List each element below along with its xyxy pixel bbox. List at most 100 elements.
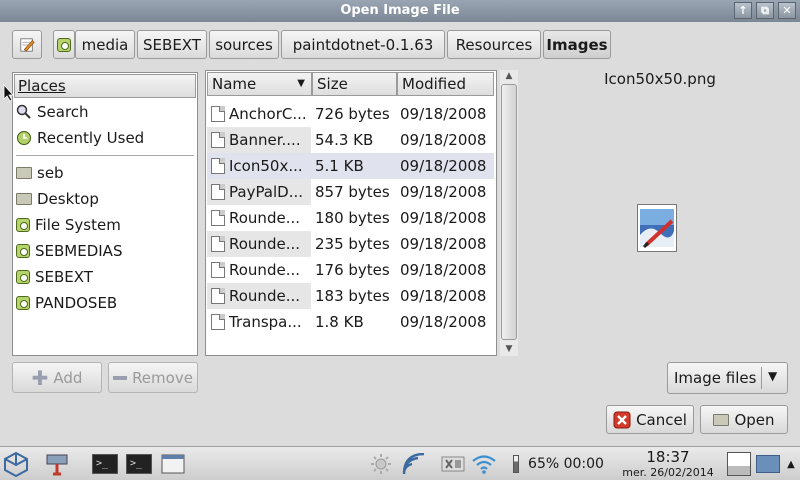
file-icon: [211, 262, 225, 278]
scroll-thumb[interactable]: [501, 84, 517, 340]
network-wired-icon[interactable]: [440, 451, 466, 477]
terminal-icon: >_: [126, 454, 152, 474]
path-segment-images[interactable]: Images: [543, 30, 611, 59]
tray-expand-arrow-icon[interactable]: ▲: [784, 451, 798, 477]
file-size: 857 bytes: [315, 183, 390, 201]
open-label: Open: [734, 410, 775, 429]
window-launcher[interactable]: [158, 451, 188, 477]
file-modified: 09/18/2008: [400, 261, 487, 279]
edit-location-button[interactable]: [12, 30, 42, 59]
place-label: seb: [37, 164, 64, 182]
path-segment-media[interactable]: media: [75, 30, 135, 59]
workspace-1[interactable]: [726, 451, 752, 477]
close-button[interactable]: ✕: [778, 2, 796, 19]
places-separator: [16, 155, 194, 156]
file-chooser-dialog: media SEBEXT sources paintdotnet-0.1.63 …: [0, 22, 800, 446]
battery-status[interactable]: 65% 00:00: [522, 451, 610, 477]
place-recently-used[interactable]: Recently Used: [13, 125, 197, 151]
scroll-down-arrow-icon[interactable]: ▼: [500, 343, 518, 356]
place-label: PANDOSEB: [35, 294, 118, 312]
cancel-button[interactable]: Cancel: [606, 405, 694, 434]
place-file-system[interactable]: File System: [13, 212, 197, 238]
file-size: 176 bytes: [315, 261, 390, 279]
column-header-modified[interactable]: Modified: [397, 72, 494, 96]
file-name: Rounde...: [229, 209, 300, 227]
mail-tool-launcher[interactable]: [42, 451, 72, 477]
terminal-launcher-1[interactable]: >_: [90, 451, 120, 477]
open-button[interactable]: Open: [700, 405, 788, 434]
place-label: Recently Used: [37, 129, 145, 147]
file-modified: 09/18/2008: [400, 313, 487, 331]
place-label: SEBMEDIAS: [35, 242, 123, 260]
file-row[interactable]: Rounde... 183 bytes 09/18/2008: [207, 283, 494, 309]
place-search[interactable]: Search: [13, 99, 197, 125]
taskbar: >_ >_ 65% 00:00 18:37 mer. 26/02/2014 ▲: [0, 446, 800, 480]
file-name: Banner....: [229, 131, 301, 149]
app-menu-button[interactable]: [2, 451, 30, 477]
mouse-pointer-icon: [3, 84, 14, 102]
scroll-up-arrow-icon[interactable]: ▲: [500, 70, 518, 83]
column-header-name[interactable]: Name ▼: [207, 72, 312, 96]
file-modified: 09/18/2008: [400, 157, 487, 175]
file-type-filter[interactable]: Image files ▼: [667, 362, 788, 394]
wifi-icon[interactable]: [470, 451, 498, 477]
file-row[interactable]: Rounde... 180 bytes 09/18/2008: [207, 205, 494, 231]
file-name: Rounde...: [229, 261, 300, 279]
clock-time: 18:37: [646, 448, 690, 466]
place-label: Desktop: [37, 190, 99, 208]
signal-icon[interactable]: [400, 451, 428, 477]
cancel-icon: [613, 411, 631, 428]
place-seb[interactable]: seb: [13, 160, 197, 186]
path-segment-sebext[interactable]: SEBEXT: [137, 30, 207, 59]
file-icon: [211, 314, 225, 330]
path-root-button[interactable]: [53, 30, 75, 59]
file-size: 54.3 KB: [315, 131, 374, 149]
file-modified: 09/18/2008: [400, 183, 487, 201]
roll-up-button[interactable]: ↑: [734, 2, 752, 19]
column-label: Name: [212, 75, 257, 93]
workspace-2[interactable]: [755, 451, 781, 477]
pencil-icon: [20, 37, 35, 52]
place-sebmedias[interactable]: SEBMEDIAS: [13, 238, 197, 264]
file-row[interactable]: PayPalD... 857 bytes 09/18/2008: [207, 179, 494, 205]
recent-icon: [17, 131, 31, 145]
places-header[interactable]: Places: [14, 74, 196, 98]
file-row[interactable]: Rounde... 235 bytes 09/18/2008: [207, 231, 494, 257]
maximize-button[interactable]: ⧉: [756, 2, 774, 19]
sun-icon: [371, 454, 391, 474]
file-size: 183 bytes: [315, 287, 390, 305]
column-header-size[interactable]: Size: [312, 72, 397, 96]
file-icon: [211, 184, 225, 200]
paint-picture-icon: [640, 209, 674, 249]
place-pandoseb[interactable]: PANDOSEB: [13, 290, 197, 316]
place-desktop[interactable]: Desktop: [13, 186, 197, 212]
file-row[interactable]: AnchorC... 726 bytes 09/18/2008: [207, 101, 494, 127]
drive-icon: [16, 296, 30, 310]
window-title: Open Image File: [340, 3, 460, 18]
window-icon: [161, 454, 185, 474]
terminal-launcher-2[interactable]: >_: [124, 451, 154, 477]
drive-icon: [16, 270, 30, 284]
add-bookmark-button[interactable]: ✚ Add: [12, 362, 102, 393]
search-icon: [16, 104, 31, 119]
path-segment-resources[interactable]: Resources: [447, 30, 541, 59]
file-row[interactable]: Rounde... 176 bytes 09/18/2008: [207, 257, 494, 283]
file-name: Rounde...: [229, 235, 300, 253]
file-modified: 09/18/2008: [400, 209, 487, 227]
file-row[interactable]: Banner.... 54.3 KB 09/18/2008: [207, 127, 494, 153]
place-label: File System: [35, 216, 121, 234]
clock[interactable]: 18:37 mer. 26/02/2014: [616, 448, 720, 480]
path-segment-sources[interactable]: sources: [209, 30, 279, 59]
chevron-down-icon: ▼: [768, 369, 778, 383]
file-size: 5.1 KB: [315, 157, 364, 175]
brightness-icon[interactable]: [368, 451, 394, 477]
file-name: Rounde...: [229, 287, 300, 305]
file-row-selected[interactable]: Icon50x... 5.1 KB 09/18/2008: [207, 153, 494, 179]
file-list-scrollbar[interactable]: ▲ ▼: [500, 70, 518, 356]
file-row[interactable]: Transpa... 1.8 KB 09/18/2008: [207, 309, 494, 335]
place-sebext[interactable]: SEBEXT: [13, 264, 197, 290]
file-list: Name ▼ Size Modified AnchorC... 726 byte…: [205, 70, 497, 356]
file-name: PayPalD...: [229, 183, 304, 201]
remove-bookmark-button[interactable]: Remove: [108, 362, 198, 393]
path-segment-paintdotnet[interactable]: paintdotnet-0.1.63: [281, 30, 445, 59]
